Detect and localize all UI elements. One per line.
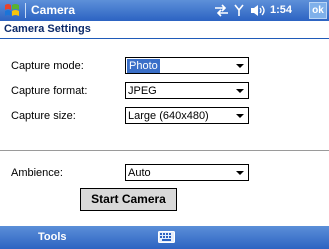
capture-format-value: JPEG <box>128 85 157 97</box>
ok-button[interactable]: ok <box>309 2 327 19</box>
chevron-down-icon <box>236 171 244 175</box>
signal-antenna-icon[interactable] <box>234 4 244 17</box>
keyboard-icon[interactable] <box>158 231 175 243</box>
page-title: Camera Settings <box>4 23 91 35</box>
capture-size-label: Capture size: <box>11 110 76 122</box>
ambience-label: Ambience: <box>11 167 63 179</box>
clock[interactable]: 1:54 <box>270 3 292 18</box>
connectivity-icon[interactable] <box>214 4 229 17</box>
volume-icon[interactable] <box>250 4 267 17</box>
window-title: Camera <box>31 3 76 17</box>
settings-header: Camera Settings <box>0 21 329 39</box>
capture-format-select[interactable]: JPEG <box>125 82 249 99</box>
start-camera-button[interactable]: Start Camera <box>80 188 177 211</box>
ambience-value: Auto <box>128 167 151 179</box>
title-separator <box>25 3 26 18</box>
capture-size-value: Large (640x480) <box>128 110 209 122</box>
chevron-down-icon <box>236 89 244 93</box>
chevron-down-icon <box>236 64 244 68</box>
ambience-select[interactable]: Auto <box>125 164 249 181</box>
capture-mode-value: Photo <box>127 59 160 73</box>
chevron-down-icon <box>236 114 244 118</box>
title-bar: Camera 1:54 ok <box>0 0 329 21</box>
divider <box>0 150 329 151</box>
menu-bar: Tools <box>0 226 329 249</box>
capture-size-select[interactable]: Large (640x480) <box>125 107 249 124</box>
capture-mode-label: Capture mode: <box>11 60 84 72</box>
capture-mode-select[interactable]: Photo <box>125 57 249 74</box>
tools-menu[interactable]: Tools <box>38 231 67 243</box>
capture-format-label: Capture format: <box>11 85 88 97</box>
windows-start-icon[interactable] <box>4 2 21 19</box>
